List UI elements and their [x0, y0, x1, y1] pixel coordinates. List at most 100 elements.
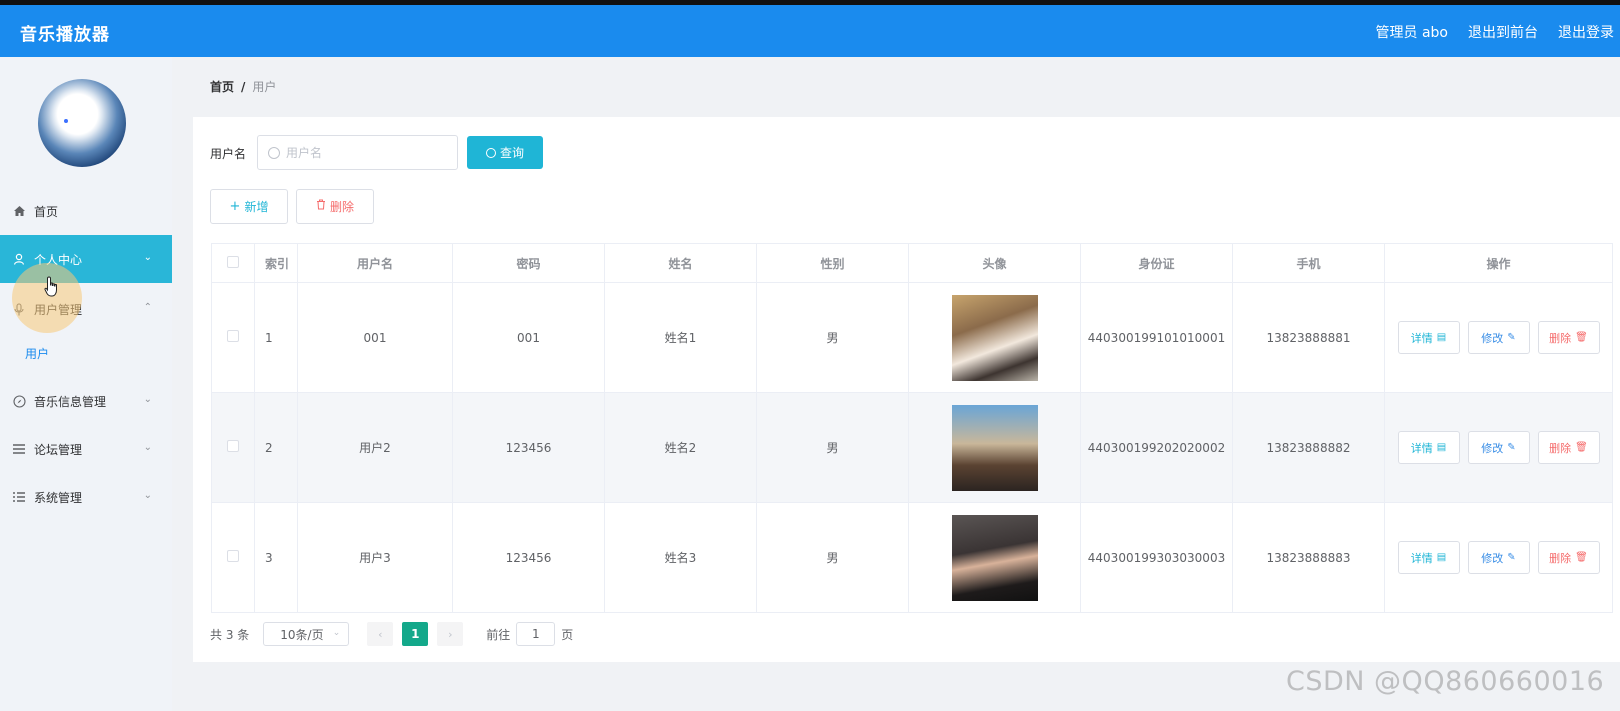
column-header-username: 用户名: [297, 243, 453, 283]
chevron-down-icon: ⌄: [143, 490, 152, 501]
trash-icon: 🗑: [1575, 332, 1588, 343]
cell-index: 1: [254, 282, 298, 393]
edit-button[interactable]: 修改 ✎: [1467, 431, 1530, 464]
cell-name: 姓名2: [604, 392, 757, 503]
user-icon: [12, 252, 26, 266]
logout-link[interactable]: 退出登录: [1558, 22, 1614, 42]
prev-page-button[interactable]: ‹: [367, 622, 394, 646]
sidebar-item-music-info[interactable]: 音乐信息管理 ⌄: [0, 377, 172, 425]
trash-icon: 🗑: [1575, 442, 1588, 453]
cell-actions: 详情 ▤ 修改 ✎ 删除 🗑: [1384, 502, 1613, 613]
edit-button[interactable]: 修改 ✎: [1467, 321, 1530, 354]
pencil-icon: ✎: [1507, 442, 1516, 453]
avatar-photo: [951, 514, 1038, 601]
sidebar-item-home[interactable]: 首页: [0, 187, 172, 235]
cell-idcard: 440300199202020002: [1080, 392, 1233, 503]
row-checkbox[interactable]: [227, 550, 239, 562]
back-to-front-link[interactable]: 退出到前台: [1468, 22, 1538, 42]
compass-icon: [12, 394, 26, 408]
header-links: 管理员 abo 退出到前台 退出登录: [1376, 22, 1614, 42]
chevron-down-icon: ⌄: [332, 628, 341, 638]
cell-name: 姓名3: [604, 502, 757, 613]
document-icon: ▤: [1436, 332, 1447, 343]
search-button-label: 查询: [499, 146, 524, 160]
cell-gender: 男: [756, 502, 909, 613]
cell-avatar: [908, 502, 1081, 613]
row-checkbox[interactable]: [227, 440, 239, 452]
chevron-down-icon: ⌄: [143, 394, 152, 405]
page-size-value: 10条/页: [280, 627, 324, 642]
trash-icon: [316, 199, 326, 214]
page-number-current[interactable]: 1: [402, 622, 429, 646]
sidebar-item-label: 个人中心: [34, 252, 83, 267]
chevron-right-icon: ›: [448, 627, 453, 641]
add-button[interactable]: + 新增: [210, 189, 288, 224]
column-header-password: 密码: [452, 243, 605, 283]
menu-lines-icon: [12, 442, 26, 456]
column-header-index: 索引: [254, 243, 298, 283]
delete-button[interactable]: 删除 🗑: [1537, 541, 1600, 574]
list-icon: [12, 490, 26, 504]
delete-label: 删除: [1549, 441, 1572, 455]
detail-button[interactable]: 详情 ▤: [1397, 321, 1460, 354]
sidebar-item-label: 首页: [34, 204, 59, 219]
delete-button[interactable]: 删除 🗑: [1537, 321, 1600, 354]
select-all-checkbox[interactable]: [227, 255, 239, 268]
search-button[interactable]: 查询: [467, 136, 543, 169]
batch-delete-button[interactable]: 删除: [296, 189, 374, 224]
chevron-down-icon: ⌄: [143, 442, 152, 453]
plus-icon: +: [229, 199, 241, 214]
cell-avatar: [908, 282, 1081, 393]
pencil-icon: ✎: [1507, 332, 1516, 343]
admin-label: 管理员 abo: [1375, 25, 1448, 41]
table-row: 1 001 001 姓名1 男 440300199101010001 13823…: [211, 282, 1613, 393]
pagination-total: 共 3 条: [210, 627, 250, 642]
table-header-row: 索引 用户名 密码 姓名 性别 头像 身份证 手机 操作: [211, 243, 1613, 283]
sidebar-item-personal-center[interactable]: 个人中心 ⌄: [0, 235, 172, 283]
delete-button[interactable]: 删除 🗑: [1537, 431, 1600, 464]
detail-button[interactable]: 详情 ▤: [1397, 541, 1460, 574]
detail-button[interactable]: 详情 ▤: [1397, 431, 1460, 464]
table-row: 3 用户3 123456 姓名3 男 440300199303030003 13…: [211, 502, 1613, 613]
sidebar-item-label: 论坛管理: [34, 442, 83, 457]
cell-avatar: [908, 392, 1081, 503]
cell-name: 姓名1: [604, 282, 757, 393]
column-header-gender: 性别: [756, 243, 909, 283]
cell-username: 用户2: [297, 392, 453, 503]
cell-actions: 详情 ▤ 修改 ✎ 删除 🗑: [1384, 392, 1613, 503]
page-size-select[interactable]: 10条/页 ⌄: [263, 622, 350, 646]
next-page-button[interactable]: ›: [437, 622, 464, 646]
delete-label: 删除: [1549, 331, 1572, 345]
cell-phone: 13823888883: [1232, 502, 1385, 613]
cell-idcard: 440300199303030003: [1080, 502, 1233, 613]
sidebar-item-forum[interactable]: 论坛管理 ⌄: [0, 425, 172, 473]
top-header: 音乐播放器 管理员 abo 退出到前台 退出登录: [0, 5, 1620, 57]
cell-idcard: 440300199101010001: [1080, 282, 1233, 393]
breadcrumb-home[interactable]: 首页: [210, 80, 234, 94]
cell-phone: 13823888881: [1232, 282, 1385, 393]
sidebar-item-user-management[interactable]: 用户管理 ⌃: [0, 285, 172, 333]
column-header-actions: 操作: [1384, 243, 1613, 283]
breadcrumb: 首页 / 用户: [210, 78, 276, 95]
add-button-label: 新增: [244, 200, 269, 214]
cell-gender: 男: [756, 282, 909, 393]
column-header-avatar: 头像: [908, 243, 1081, 283]
document-icon: ▤: [1436, 442, 1447, 453]
document-icon: ▤: [1436, 552, 1447, 563]
search-input-wrapper[interactable]: [257, 135, 458, 170]
page-suffix: 页: [561, 627, 574, 642]
home-icon: [12, 204, 26, 218]
sidebar-item-label: 音乐信息管理: [34, 394, 107, 409]
row-select-cell: [211, 502, 255, 613]
column-header-phone: 手机: [1232, 243, 1385, 283]
cell-actions: 详情 ▤ 修改 ✎ 删除 🗑: [1384, 282, 1613, 393]
row-checkbox[interactable]: [227, 330, 239, 342]
sidebar-subitem-users[interactable]: 用户: [0, 333, 172, 373]
edit-button[interactable]: 修改 ✎: [1467, 541, 1530, 574]
sidebar-item-system[interactable]: 系统管理 ⌄: [0, 473, 172, 521]
goto-page-input[interactable]: [516, 622, 556, 646]
search-label: 用户名: [210, 147, 247, 161]
cell-index: 3: [254, 502, 298, 613]
microphone-icon: [12, 302, 26, 316]
username-search-input[interactable]: [286, 145, 446, 160]
